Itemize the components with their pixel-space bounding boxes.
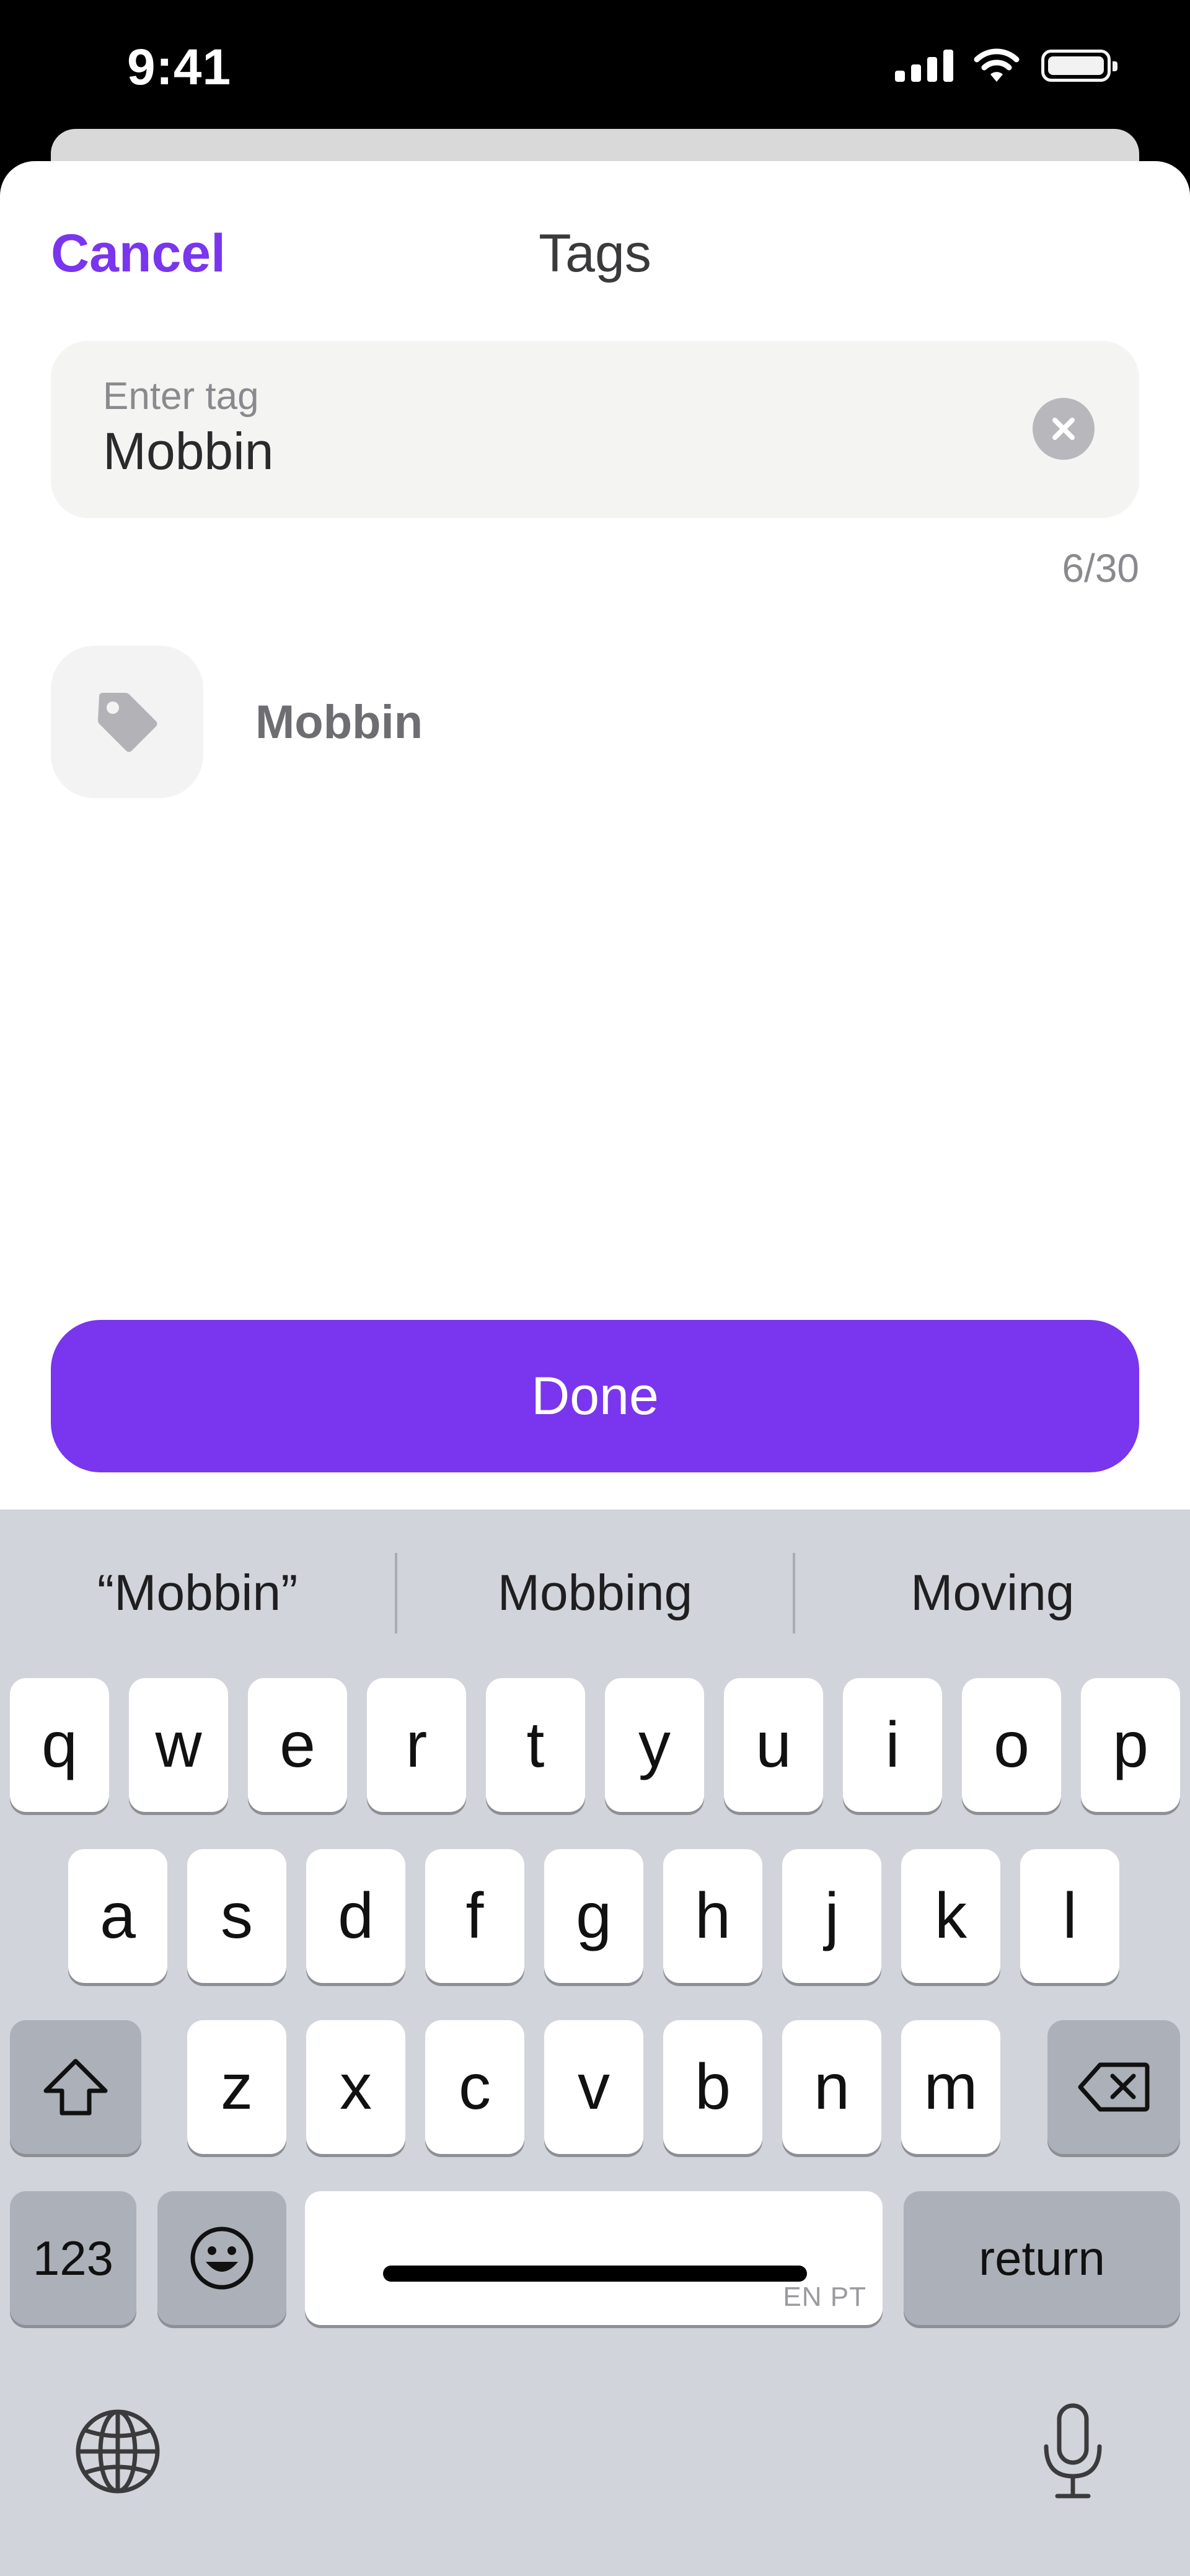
key-w[interactable]: w [129, 1678, 228, 1812]
keyboard: “Mobbin” Mobbing Moving q w e r t y u i … [0, 1510, 1190, 2576]
status-time: 9:41 [127, 39, 232, 95]
tag-icon-container [51, 646, 203, 798]
cellular-signal-icon [895, 50, 953, 82]
key-y[interactable]: y [605, 1678, 704, 1812]
key-r[interactable]: r [367, 1678, 466, 1812]
clear-input-button[interactable] [1033, 398, 1095, 460]
key-q[interactable]: q [10, 1678, 109, 1812]
battery-icon [1041, 50, 1117, 82]
key-x[interactable]: x [306, 2020, 405, 2154]
status-bar: 9:41 [0, 0, 1190, 136]
key-k[interactable]: k [901, 1849, 1000, 1983]
character-count: 6/30 [1062, 546, 1139, 591]
tag-input-field[interactable]: Enter tag Mobbin [51, 341, 1139, 518]
prediction-2[interactable]: Mobbing [397, 1547, 792, 1640]
wifi-icon [974, 48, 1020, 82]
backspace-key[interactable] [1047, 2020, 1180, 2154]
tag-input-label: Enter tag [103, 375, 259, 418]
home-indicator [383, 2266, 807, 2282]
keyboard-language-label: EN PT [783, 2282, 866, 2312]
key-e[interactable]: e [248, 1678, 347, 1812]
sheet-title: Tags [539, 224, 651, 283]
key-p[interactable]: p [1081, 1678, 1180, 1812]
done-button[interactable]: Done [51, 1320, 1139, 1472]
key-d[interactable]: d [306, 1849, 405, 1983]
space-key[interactable]: EN PT [305, 2191, 883, 2325]
tag-suggestion-item[interactable]: Mobbin [51, 644, 423, 799]
key-z[interactable]: z [187, 2020, 286, 2154]
key-t[interactable]: t [486, 1678, 585, 1812]
key-i[interactable]: i [843, 1678, 942, 1812]
key-l[interactable]: l [1020, 1849, 1119, 1983]
key-o[interactable]: o [962, 1678, 1061, 1812]
key-c[interactable]: c [425, 2020, 524, 2154]
key-f[interactable]: f [425, 1849, 524, 1983]
emoji-icon [190, 2227, 253, 2290]
key-h[interactable]: h [663, 1849, 762, 1983]
key-s[interactable]: s [187, 1849, 286, 1983]
shift-key[interactable] [10, 2020, 141, 2154]
status-icons [895, 48, 1117, 83]
tag-suggestion-label: Mobbin [255, 695, 423, 749]
return-key[interactable]: return [904, 2191, 1180, 2325]
key-b[interactable]: b [663, 2020, 762, 2154]
key-j[interactable]: j [782, 1849, 881, 1983]
numbers-key[interactable]: 123 [10, 2191, 136, 2325]
backspace-icon [1078, 2062, 1150, 2112]
emoji-key[interactable] [157, 2191, 286, 2325]
close-icon [1052, 418, 1075, 440]
key-g[interactable]: g [544, 1849, 643, 1983]
tag-input-value[interactable]: Mobbin [103, 421, 274, 481]
shift-icon [43, 2059, 108, 2116]
microphone-icon[interactable] [1039, 2402, 1107, 2501]
globe-icon[interactable] [73, 2407, 162, 2496]
key-n[interactable]: n [782, 2020, 881, 2154]
key-a[interactable]: a [68, 1849, 167, 1983]
tag-icon [98, 693, 157, 752]
prediction-1[interactable]: “Mobbin” [0, 1547, 395, 1640]
prediction-3[interactable]: Moving [795, 1547, 1190, 1640]
key-m[interactable]: m [901, 2020, 1000, 2154]
predictive-text-bar: “Mobbin” Mobbing Moving [0, 1547, 1190, 1640]
key-v[interactable]: v [544, 2020, 643, 2154]
key-u[interactable]: u [724, 1678, 823, 1812]
